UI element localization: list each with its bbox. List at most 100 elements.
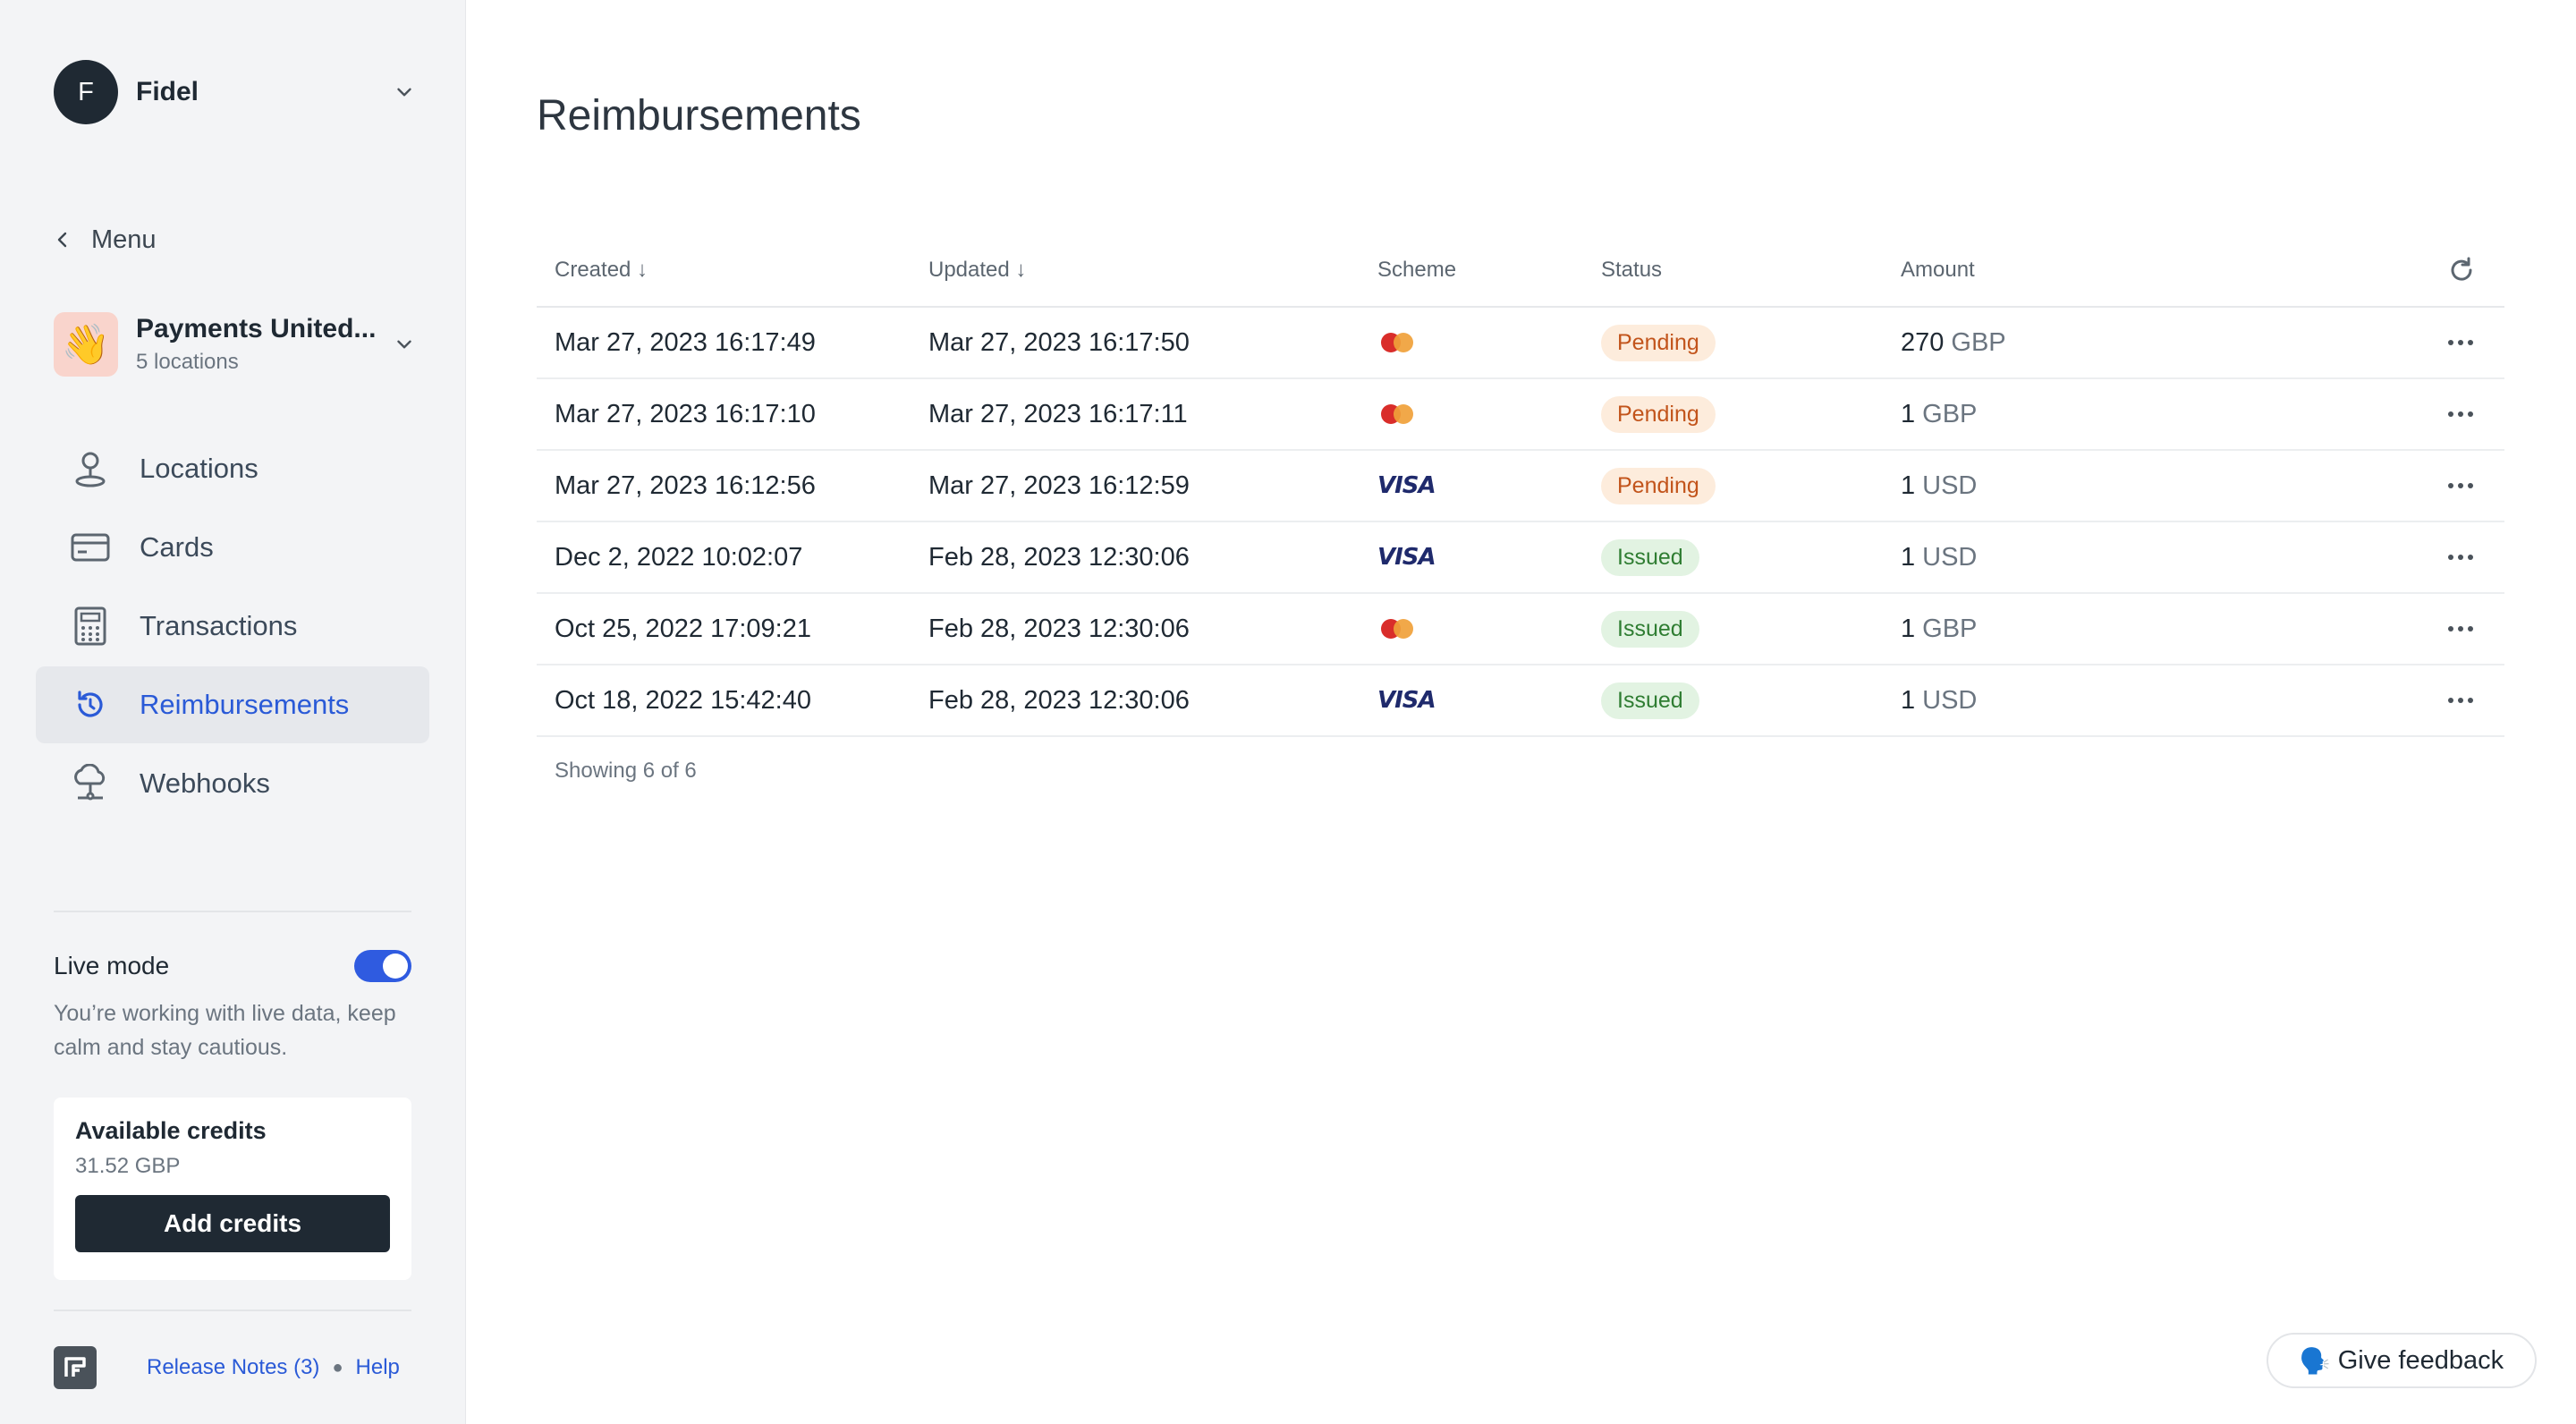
updated-cell: Feb 28, 2023 12:30:06: [928, 542, 1190, 572]
table-header: Created ↓ Updated ↓ Scheme Status Amount: [537, 234, 2504, 308]
status-badge: Issued: [1601, 610, 1699, 648]
sidebar-item-label: Cards: [140, 531, 214, 563]
sidebar-item-transactions[interactable]: Transactions: [36, 588, 429, 665]
more-horizontal-icon: [2448, 626, 2473, 631]
status-badge: Pending: [1601, 467, 1716, 504]
created-cell: Mar 27, 2023 16:17:10: [555, 399, 816, 428]
table-row[interactable]: Oct 25, 2022 17:09:21 Feb 28, 2023 12:30:…: [537, 594, 2504, 665]
table-row[interactable]: Mar 27, 2023 16:12:56 Mar 27, 2023 16:12:…: [537, 451, 2504, 522]
credits-value: 31.52 GBP: [75, 1154, 181, 1178]
organization-switcher[interactable]: 👋 Payments United... 5 locations: [54, 311, 416, 377]
row-actions-button[interactable]: [2447, 308, 2474, 377]
column-header-status: Status: [1601, 258, 1663, 282]
table-row[interactable]: Mar 27, 2023 16:17:49 Mar 27, 2023 16:17:…: [537, 308, 2504, 379]
column-header-scheme: Scheme: [1377, 258, 1457, 282]
more-horizontal-icon: [2448, 555, 2473, 560]
scheme-cell: VISA: [1377, 665, 1436, 735]
live-mode-toggle[interactable]: [354, 950, 411, 982]
help-link[interactable]: Help: [356, 1355, 400, 1380]
more-horizontal-icon: [2448, 411, 2473, 417]
amount-currency: USD: [1922, 685, 1978, 715]
table-body: Mar 27, 2023 16:17:49 Mar 27, 2023 16:17:…: [537, 308, 2504, 737]
created-cell: Dec 2, 2022 10:02:07: [555, 542, 803, 572]
updated-cell: Mar 27, 2023 16:12:59: [928, 470, 1190, 500]
more-horizontal-icon: [2448, 698, 2473, 703]
status-badge: Issued: [1601, 682, 1699, 719]
chevron-down-icon: [397, 340, 411, 349]
visa-icon: VISA: [1377, 472, 1436, 499]
status-cell: Pending: [1601, 379, 1716, 449]
menu-back-label: Menu: [91, 225, 157, 254]
column-header-created[interactable]: Created ↓: [555, 258, 648, 283]
release-notes-link[interactable]: Release Notes (3): [147, 1355, 319, 1380]
amount-cell: 1 GBP: [1901, 379, 1977, 449]
sidebar-item-cards[interactable]: Cards: [36, 509, 429, 586]
column-header-amount: Amount: [1901, 258, 1975, 282]
created-cell: Mar 27, 2023 16:12:56: [555, 470, 816, 500]
status-cell: Pending: [1601, 308, 1716, 377]
created-cell: Mar 27, 2023 16:17:49: [555, 327, 816, 357]
pagination-summary: Showing 6 of 6: [555, 759, 697, 783]
amount-cell: 1 USD: [1901, 522, 1977, 592]
created-cell: Oct 25, 2022 17:09:21: [555, 614, 811, 643]
scheme-cell: VISA: [1377, 522, 1436, 592]
give-feedback-button[interactable]: 🗣️ Give feedback: [2267, 1333, 2537, 1388]
card-icon: [70, 527, 111, 568]
refresh-icon[interactable]: [2447, 256, 2476, 284]
add-credits-button[interactable]: Add credits: [75, 1195, 390, 1252]
updated-cell: Mar 27, 2023 16:17:11: [928, 399, 1188, 428]
row-actions-button[interactable]: [2447, 379, 2474, 449]
app-logo-icon[interactable]: [54, 1346, 97, 1389]
organization-locations-count: 5 locations: [136, 350, 239, 374]
table-row[interactable]: Dec 2, 2022 10:02:07 Feb 28, 2023 12:30:0…: [537, 522, 2504, 594]
mastercard-icon: [1381, 404, 1413, 424]
page-title: Reimbursements: [537, 92, 861, 140]
table-row[interactable]: Mar 27, 2023 16:17:10 Mar 27, 2023 16:17:…: [537, 379, 2504, 451]
updated-cell: Mar 27, 2023 16:17:50: [928, 327, 1190, 357]
sidebar-divider: [54, 911, 411, 912]
account-name: Fidel: [136, 77, 199, 106]
amount-cell: 1 GBP: [1901, 594, 1977, 664]
mastercard-icon: [1381, 619, 1413, 639]
column-header-updated[interactable]: Updated ↓: [928, 258, 1026, 283]
sidebar-footer: Release Notes (3) ● Help: [54, 1346, 411, 1389]
sidebar-item-locations[interactable]: Locations: [36, 430, 429, 507]
amount-value: 1: [1901, 685, 1916, 715]
amount-value: 270: [1901, 327, 1945, 357]
sidebar-item-label: Reimbursements: [140, 689, 350, 720]
scheme-cell: [1377, 308, 1417, 377]
row-actions-button[interactable]: [2447, 522, 2474, 592]
sidebar: F Fidel Menu 👋 Payments United... 5 loca…: [0, 0, 466, 1424]
amount-cell: 1 USD: [1901, 665, 1977, 735]
row-actions-button[interactable]: [2447, 594, 2474, 664]
status-cell: Issued: [1601, 594, 1699, 664]
sidebar-item-webhooks[interactable]: Webhooks: [36, 745, 429, 822]
scheme-cell: [1377, 594, 1417, 664]
amount-cell: 270 GBP: [1901, 308, 2006, 377]
reimbursements-table: Created ↓ Updated ↓ Scheme Status Amount…: [537, 234, 2504, 737]
credits-card: Available credits 31.52 GBP Add credits: [54, 1098, 411, 1280]
sidebar-divider: [54, 1310, 411, 1311]
amount-value: 1: [1901, 399, 1916, 428]
amount-value: 1: [1901, 542, 1916, 572]
calculator-icon: [70, 606, 111, 647]
table-row[interactable]: Oct 18, 2022 15:42:40 Feb 28, 2023 12:30:…: [537, 665, 2504, 737]
separator-dot: ●: [332, 1357, 343, 1377]
chevron-left-icon: [57, 232, 67, 248]
sidebar-item-reimbursements[interactable]: Reimbursements: [36, 666, 429, 743]
sidebar-item-label: Locations: [140, 453, 258, 484]
live-mode-description: You’re working with live data, keep calm…: [54, 1001, 396, 1060]
organization-name: Payments United...: [136, 314, 377, 343]
amount-value: 1: [1901, 470, 1916, 500]
row-actions-button[interactable]: [2447, 451, 2474, 521]
amount-cell: 1 USD: [1901, 451, 1977, 521]
avatar: F: [54, 60, 118, 124]
row-actions-button[interactable]: [2447, 665, 2474, 735]
amount-currency: GBP: [1951, 327, 2006, 357]
give-feedback-label: Give feedback: [2337, 1345, 2504, 1375]
sidebar-item-label: Transactions: [140, 610, 298, 641]
account-switcher[interactable]: F Fidel: [54, 60, 416, 124]
status-cell: Issued: [1601, 522, 1699, 592]
map-pin-icon: [70, 448, 111, 489]
menu-back-link[interactable]: Menu: [54, 222, 157, 258]
